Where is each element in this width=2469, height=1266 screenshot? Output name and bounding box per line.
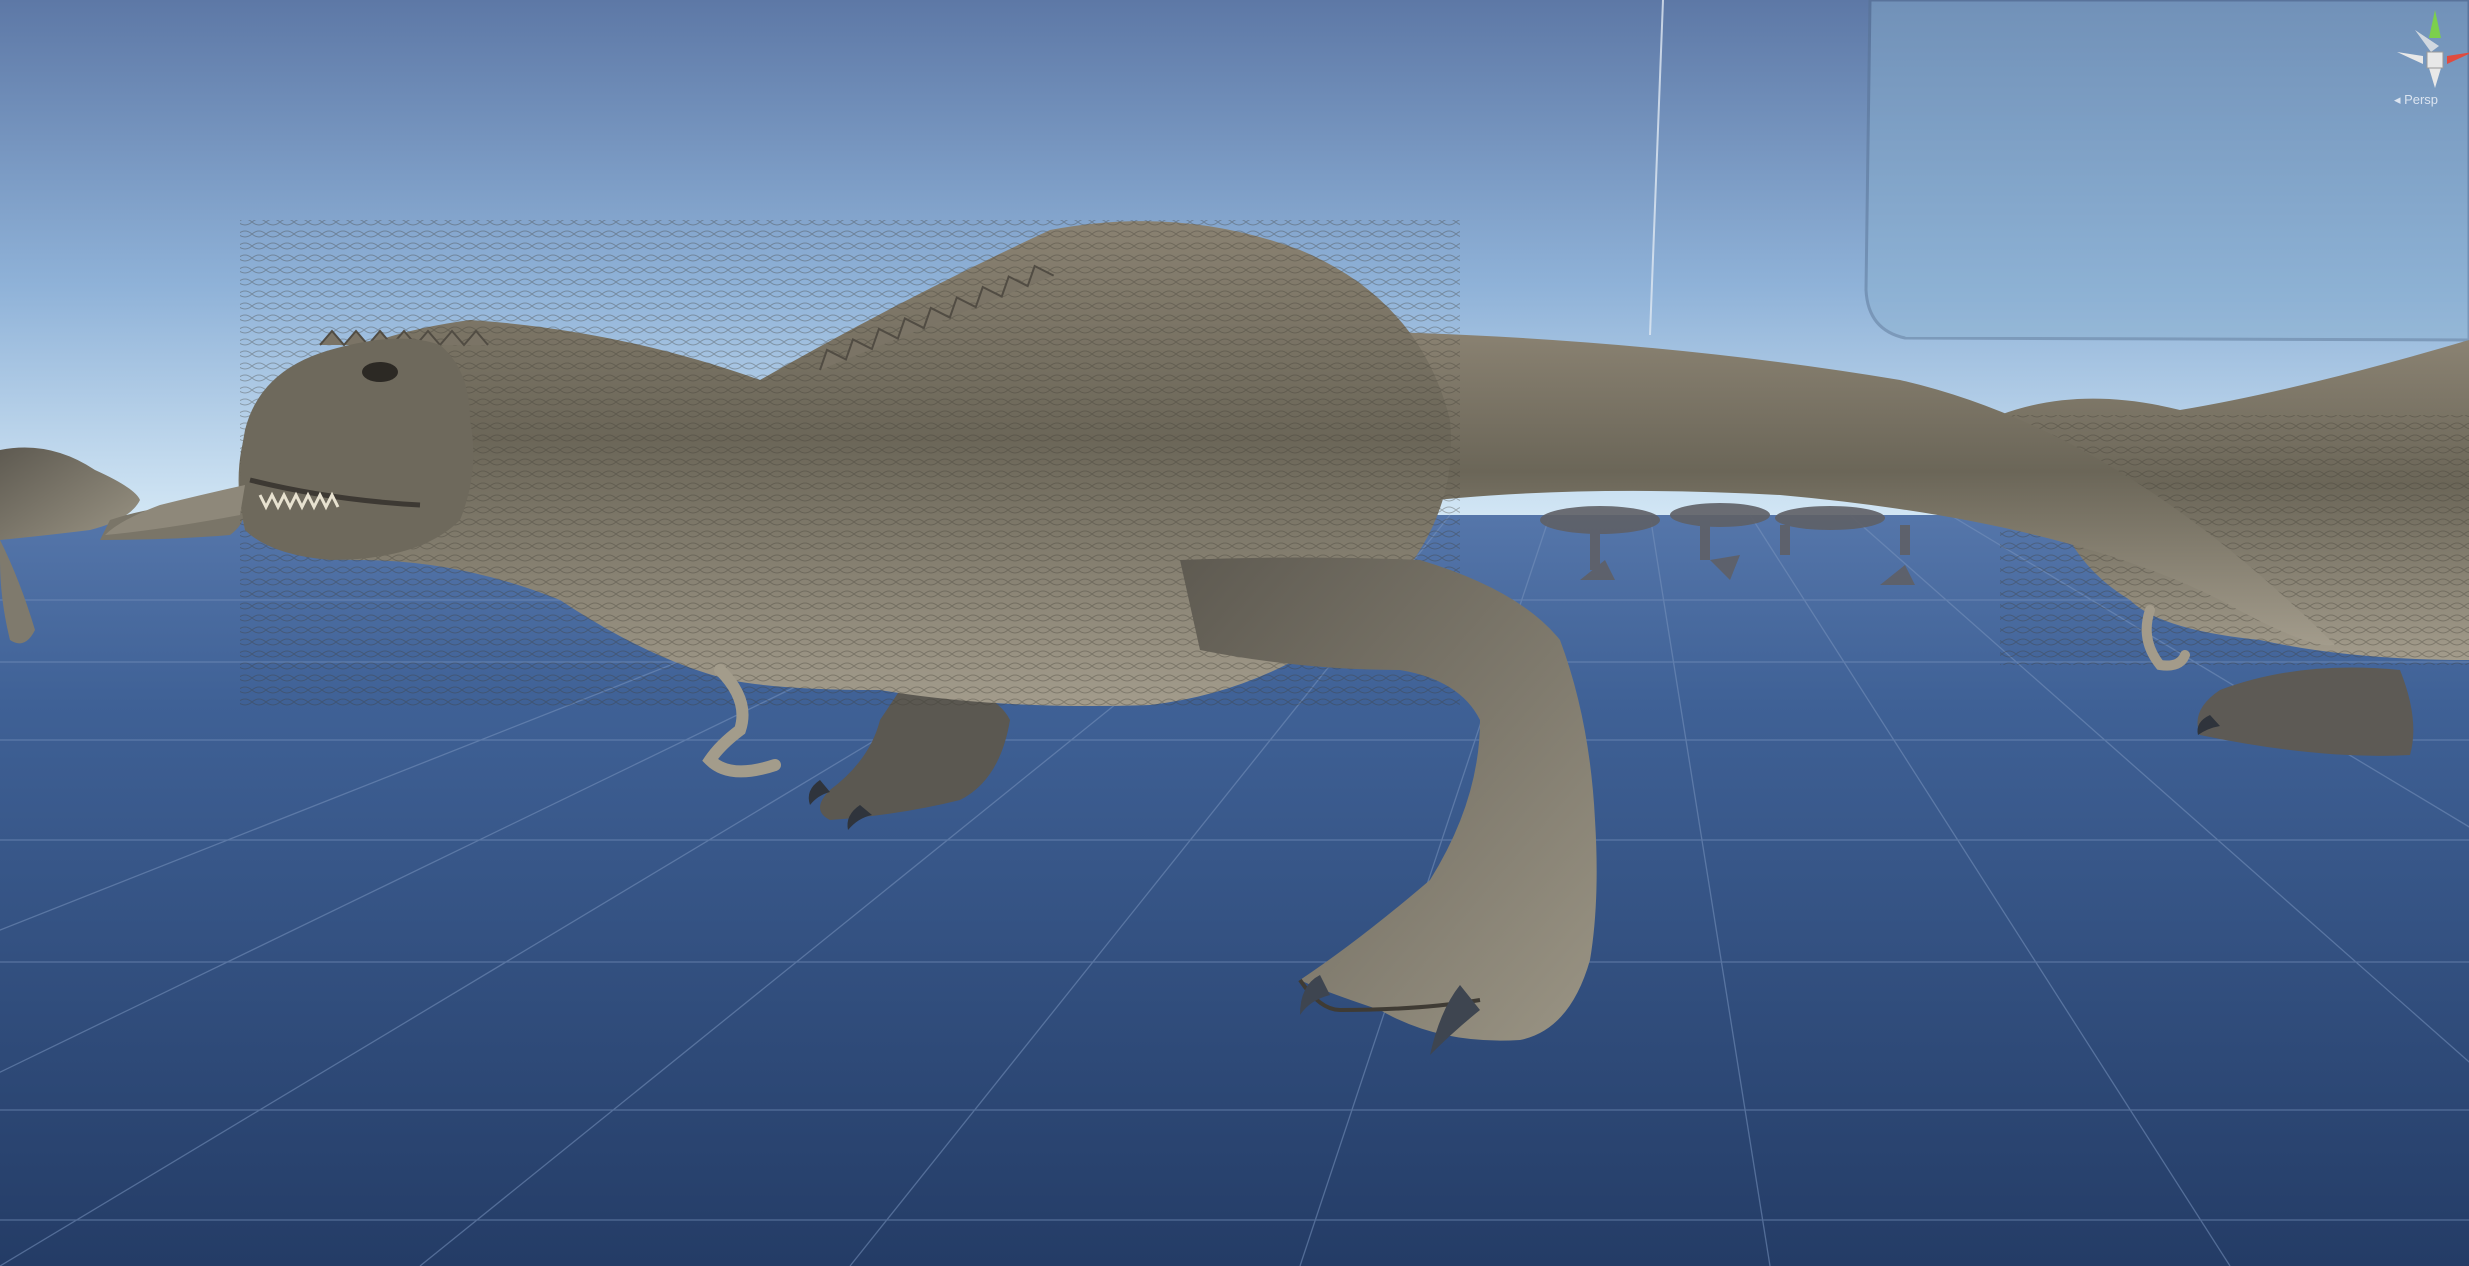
scene-viewport[interactable]: [0, 0, 2469, 1266]
view-mode-label[interactable]: ◂ Persp: [2371, 92, 2461, 108]
selection-panel[interactable]: [1864, 0, 2469, 342]
gizmo-center-cube-icon[interactable]: [2426, 51, 2444, 69]
